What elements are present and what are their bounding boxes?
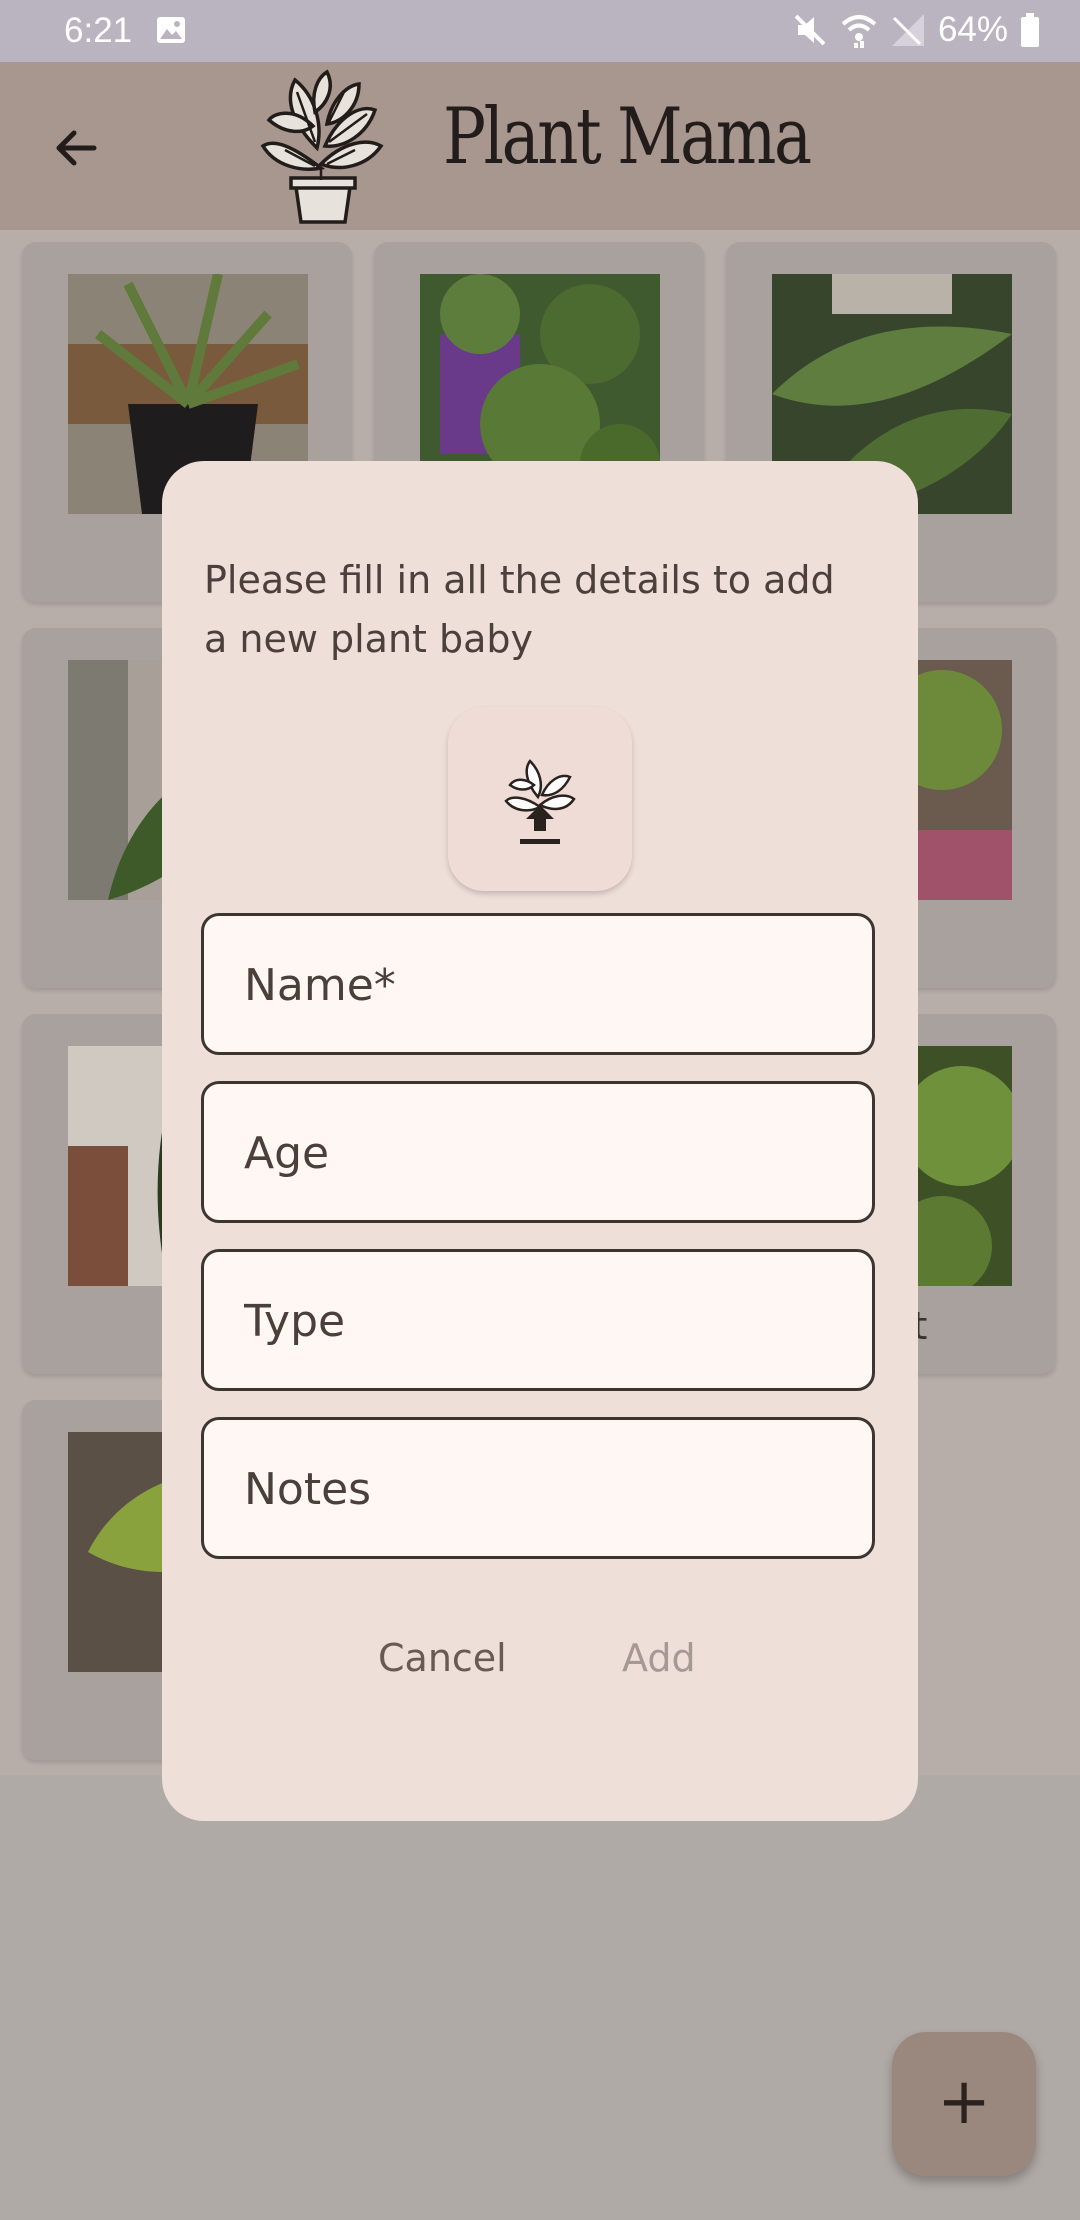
image-icon <box>157 17 185 43</box>
notes-input[interactable] <box>242 1420 846 1558</box>
app-bar: Plant Mama <box>0 62 1080 230</box>
arrow-left-icon[interactable] <box>50 122 102 174</box>
upload-photo-button[interactable] <box>448 707 632 891</box>
status-time: 6:21 <box>64 11 133 50</box>
age-field[interactable] <box>201 1081 875 1223</box>
plus-icon: + <box>937 2065 991 2139</box>
notes-field[interactable] <box>201 1417 875 1559</box>
wifi-icon <box>841 15 877 48</box>
app-title: Plant Mama <box>443 92 812 182</box>
age-input[interactable] <box>242 1084 846 1222</box>
name-field[interactable] <box>201 913 875 1055</box>
add-plant-dialog: Please fill in all the details to add a … <box>162 461 918 1821</box>
dialog-message: Please fill in all the details to add a … <box>204 558 835 661</box>
type-input[interactable] <box>242 1252 846 1390</box>
status-icons: 64% <box>792 10 1040 50</box>
potted-plant-logo <box>260 69 384 224</box>
mute-icon <box>794 14 826 46</box>
status-bar: 6:21 64% <box>0 0 1080 62</box>
add-button[interactable]: Add <box>622 1636 696 1680</box>
battery-percent: 64% <box>937 10 1008 49</box>
cancel-button[interactable]: Cancel <box>378 1636 507 1680</box>
name-input[interactable] <box>242 916 846 1054</box>
signal-icon <box>891 14 924 46</box>
add-plant-fab[interactable]: + <box>892 2032 1036 2176</box>
type-field[interactable] <box>201 1249 875 1391</box>
battery-icon <box>1021 13 1039 47</box>
plant-upload-icon <box>504 759 576 844</box>
